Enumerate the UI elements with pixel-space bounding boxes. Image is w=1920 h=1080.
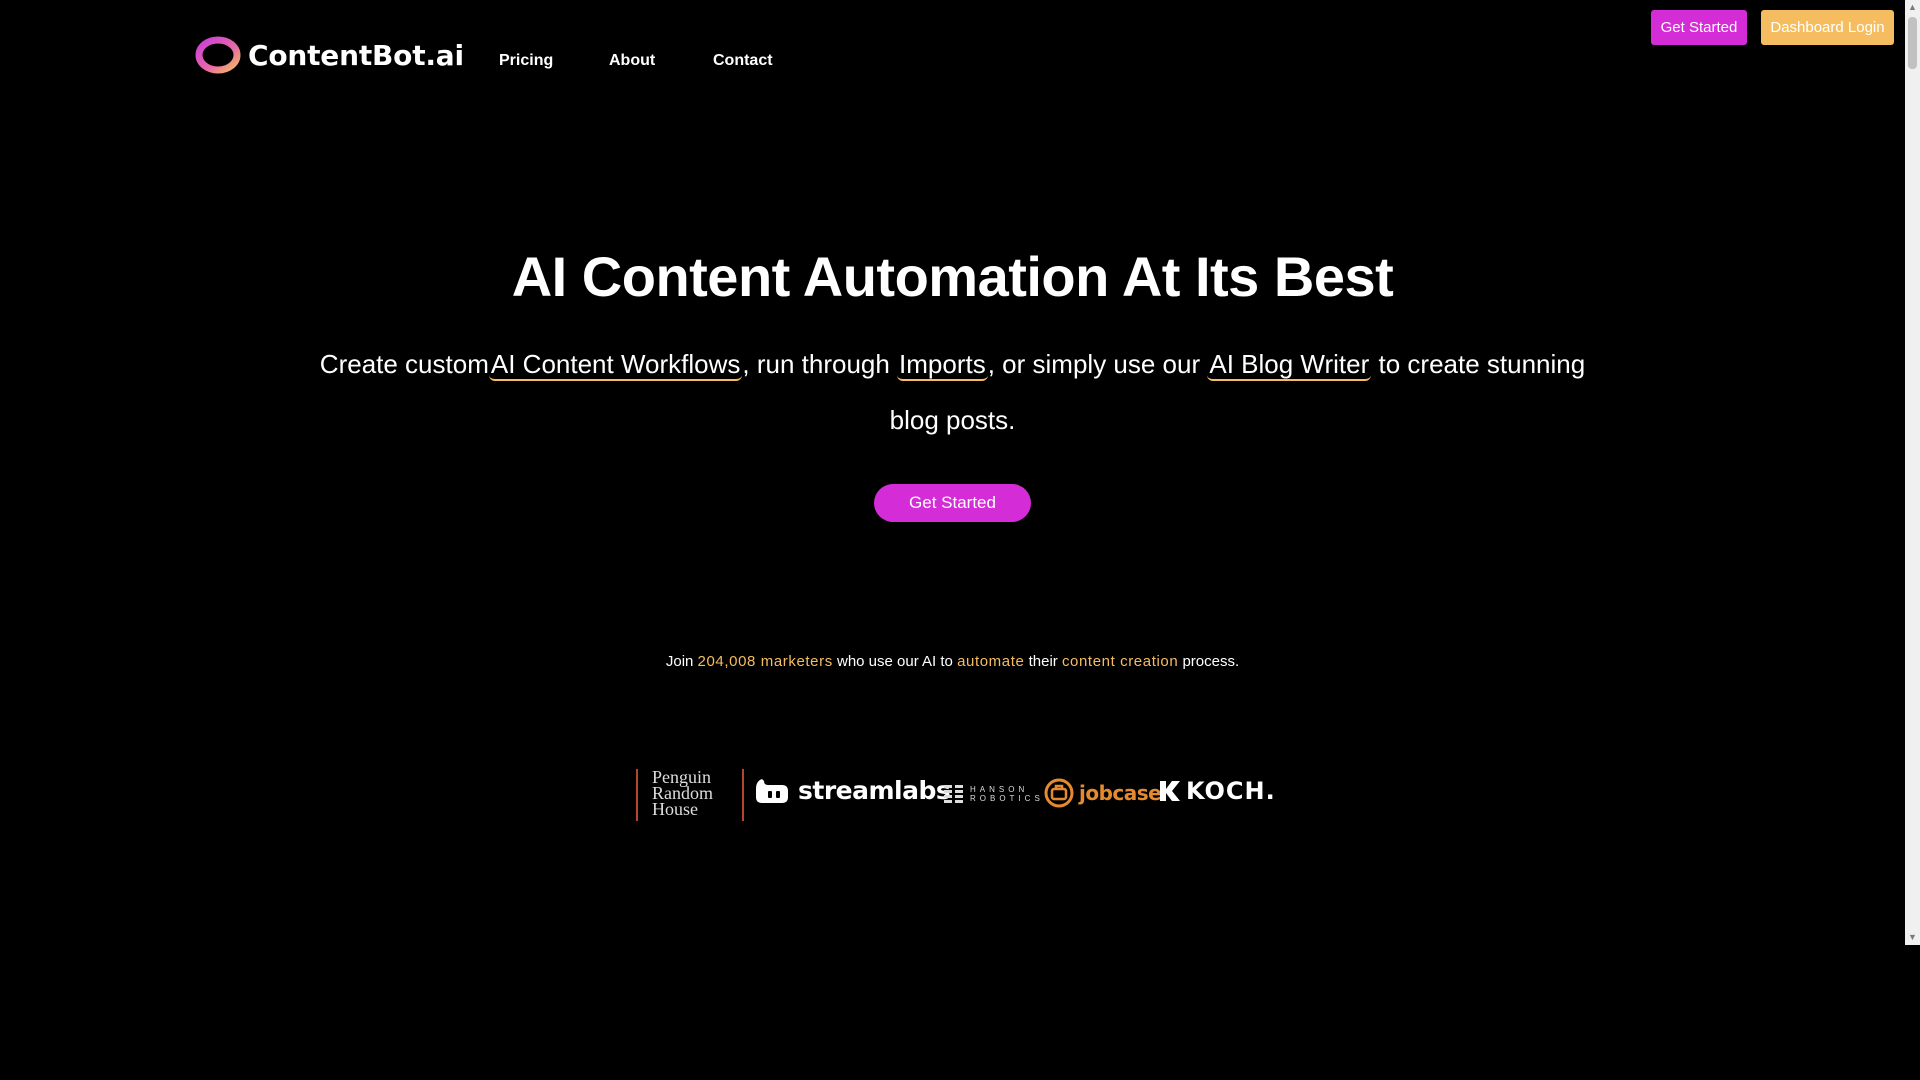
jobcase-logo: jobcase — [1043, 777, 1162, 809]
koch-wordmark: KOCH. — [1186, 777, 1276, 805]
hero-sub-text-3: , or simply use our — [987, 349, 1208, 379]
hanson-line-2: ROBOTICS — [970, 794, 1044, 803]
join-text-3: their — [1024, 653, 1062, 670]
dashboard-login-button[interactable]: Dashboard Login — [1761, 10, 1894, 45]
hanson-grid-icon — [944, 785, 963, 803]
logo-text: ContentBot.ai — [248, 38, 464, 72]
header-get-started-button[interactable]: Get Started — [1651, 10, 1747, 45]
page-scrollbar[interactable]: ▲ ▼ — [1905, 0, 1920, 945]
jobcase-icon — [1044, 778, 1074, 808]
jobcase-wordmark: jobcase — [1079, 781, 1162, 805]
koch-k-icon — [1160, 781, 1180, 801]
ai-blog-writer-link[interactable]: AI Blog Writer — [1207, 349, 1372, 381]
nav-about[interactable]: About — [609, 52, 655, 70]
hanson-line-1: HANSON — [970, 785, 1029, 794]
streamlabs-logo: streamlabs — [754, 775, 951, 805]
site-logo[interactable]: ContentBot.ai — [194, 36, 464, 74]
streamlabs-icon — [756, 779, 788, 803]
imports-link[interactable]: Imports — [897, 349, 988, 381]
social-proof-text: Join 204,008 marketers who use our AI to… — [0, 653, 1905, 670]
page: ContentBot.ai Pricing About Contact Get … — [0, 0, 1905, 1080]
hero-subtitle: Create customAI Content Workflows, run t… — [310, 336, 1595, 448]
hero-sub-text-1: Create custom — [319, 349, 489, 379]
automate-highlight: automate — [957, 653, 1025, 670]
content-creation-highlight: content creation — [1061, 653, 1179, 670]
ai-content-workflows-link[interactable]: AI Content Workflows — [488, 349, 743, 381]
scrollbar-thumb[interactable] — [1908, 17, 1917, 69]
hero-get-started-button[interactable]: Get Started — [874, 484, 1031, 522]
join-text: Join — [665, 653, 698, 670]
prh-line-3: House — [652, 799, 698, 819]
streamlabs-wordmark: streamlabs — [798, 775, 951, 805]
join-text-4: process. — [1178, 653, 1240, 670]
penguin-random-house-logo: Penguin Random House — [636, 768, 744, 821]
ring-logo-icon — [195, 36, 241, 74]
hero-sub-text-2: , run through — [742, 349, 898, 379]
hero-title: AI Content Automation At Its Best — [511, 245, 1394, 308]
nav-contact[interactable]: Contact — [713, 52, 773, 70]
hanson-robotics-logo: HANSON ROBOTICS — [944, 785, 1044, 803]
koch-logo: KOCH. — [1160, 777, 1276, 805]
marketer-count: 204,008 marketers — [697, 653, 833, 670]
scroll-down-arrow-icon[interactable]: ▼ — [1905, 930, 1920, 945]
scroll-up-arrow-icon[interactable]: ▲ — [1905, 0, 1920, 15]
join-text-2: who use our AI to — [832, 653, 958, 670]
nav-pricing[interactable]: Pricing — [499, 52, 553, 70]
